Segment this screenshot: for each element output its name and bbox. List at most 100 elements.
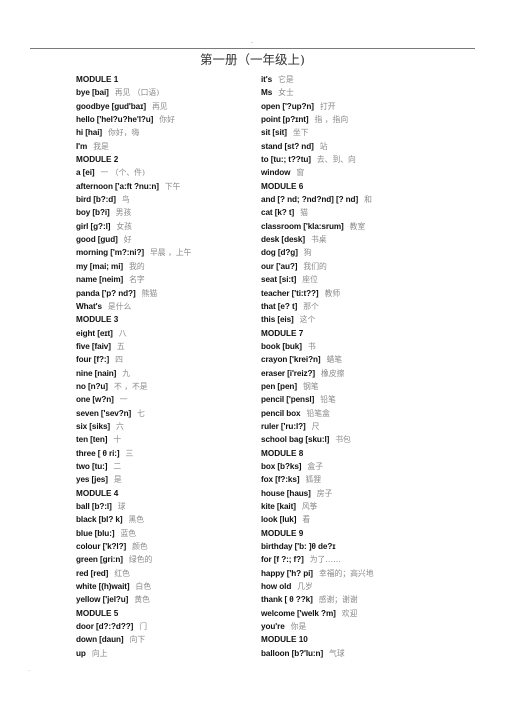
- module-heading: MODULE 2: [76, 153, 256, 166]
- entry-meaning: 和: [364, 195, 372, 205]
- entry-meaning: 窗: [296, 168, 305, 178]
- vocabulary-entry: stand [st? nd] 站: [261, 140, 461, 153]
- module-heading-label: MODULE 2: [76, 155, 119, 165]
- entry-word: balloon [b?'lu:n]: [261, 648, 324, 658]
- entry-meaning: 盒子: [307, 461, 323, 471]
- entry-meaning: 我是: [93, 141, 109, 151]
- vocabulary-entry: box [b?ks] 盒子: [261, 460, 461, 473]
- vocabulary-entry: you're 你是: [261, 620, 461, 633]
- vocabulary-entry: four [f?:] 四: [76, 353, 256, 366]
- entry-word: kite [kait]: [261, 502, 296, 511]
- vocabulary-entry: six [siks] 六: [76, 420, 256, 433]
- entry-meaning: 橡皮擦: [321, 368, 345, 378]
- module-heading: MODULE 4: [76, 487, 256, 500]
- entry-meaning: 站: [319, 141, 328, 151]
- vocabulary-entry: black [bl? k] 黑色: [76, 513, 256, 526]
- entry-word: school bag [sku:l]: [261, 435, 330, 445]
- entry-meaning: 书桌: [310, 235, 327, 245]
- entry-word: two [tu:]: [76, 461, 108, 471]
- entry-meaning: 不 ，不是: [113, 381, 148, 391]
- entry-meaning: 白色: [135, 582, 152, 592]
- module-heading-label: MODULE 6: [261, 181, 304, 191]
- entry-word: hello ['hel?u?he'l?u]: [76, 115, 154, 125]
- vocabulary-entry: sit [sit] 坐下: [261, 126, 461, 139]
- vocabulary-entry: desk [desk] 书桌: [261, 233, 461, 246]
- entry-word: you're: [261, 622, 285, 632]
- entry-word: white [(h)wait]: [76, 582, 130, 592]
- entry-meaning: 名字: [129, 275, 145, 285]
- entry-meaning: 看: [302, 515, 311, 525]
- entry-meaning: 房子: [316, 488, 333, 498]
- entry-meaning: 五: [116, 341, 125, 351]
- module-heading: MODULE 10: [261, 633, 461, 646]
- entry-word: green [gri:n]: [76, 555, 123, 565]
- header-divider: [30, 48, 475, 49]
- entry-meaning: 再见 （口语): [114, 88, 160, 98]
- vocabulary-entry: hi [hai] 你好，嗨: [76, 126, 256, 139]
- entry-word: six [siks]: [76, 421, 111, 431]
- entry-meaning: 熊猫: [141, 288, 158, 298]
- entry-meaning: 铅笔盒: [306, 408, 330, 418]
- entry-meaning: 蓝色: [120, 528, 137, 538]
- vocabulary-entry: and [? nd; ?nd?nd] [? nd] 和: [261, 193, 461, 206]
- entry-word: house [haus]: [261, 488, 311, 498]
- entry-word: panda ['p? nd?]: [76, 288, 136, 298]
- entry-word: pencil ['pensl]: [261, 395, 315, 405]
- vocabulary-entry: no [n?u] 不 ，不是: [76, 380, 256, 393]
- entry-meaning: 座位: [302, 275, 318, 285]
- entry-word: one [w?n]: [76, 395, 114, 405]
- entry-meaning: 狗: [303, 248, 312, 258]
- entry-word: morning ['m?:ni?]: [76, 248, 145, 258]
- entry-word: for [f ?:; f?]: [261, 555, 304, 565]
- entry-meaning: 风筝: [301, 502, 318, 511]
- entry-word: name [neim]: [76, 275, 124, 285]
- entry-meaning: 绿色的: [128, 555, 153, 565]
- entry-meaning: 我的: [129, 261, 145, 271]
- module-heading: MODULE 7: [261, 327, 461, 340]
- vocabulary-entry: a [ei] 一 （个、件): [76, 166, 256, 179]
- vocabulary-entry: school bag [sku:l] 书包: [261, 433, 461, 446]
- vocabulary-entry: yellow ['jel?u] 黄色: [76, 593, 256, 606]
- vocabulary-entry: window 窗: [261, 166, 461, 179]
- vocabulary-entry: cat [k? t] 猫: [261, 206, 461, 219]
- vocabulary-entry: Ms 女士: [261, 86, 461, 99]
- entry-word: how old: [261, 582, 292, 592]
- entry-meaning: 蜡笔: [326, 355, 343, 365]
- vocabulary-entry: open ['?up?n] 打开: [261, 100, 461, 113]
- vocabulary-entry: bye [bai] 再见 （口语): [76, 86, 256, 99]
- entry-word: ruler ['ru:l?]: [261, 421, 306, 431]
- entry-meaning: 你好，嗨: [108, 128, 140, 138]
- entry-meaning: 鸟: [121, 195, 130, 205]
- entry-word: bye [bai]: [76, 88, 109, 98]
- vocabulary-entry: name [neim] 名字: [76, 273, 256, 286]
- entry-word: thank [ θ ??k]: [261, 595, 313, 605]
- module-heading: MODULE 9: [261, 527, 461, 540]
- vocabulary-entry: this [eis] 这个: [261, 313, 461, 326]
- entry-word: down [daun]: [76, 635, 124, 645]
- entry-word: no [n?u]: [76, 381, 108, 391]
- entry-meaning: 它是: [278, 75, 294, 84]
- vocabulary-entry: hello ['hel?u?he'l?u] 你好: [76, 113, 256, 126]
- module-heading: MODULE 3: [76, 313, 256, 326]
- entry-word: yellow ['jel?u]: [76, 595, 129, 605]
- entry-meaning: 教室: [349, 221, 366, 231]
- entry-meaning: 气球: [329, 648, 345, 658]
- entry-meaning: 为了……: [309, 555, 341, 565]
- module-heading-label: MODULE 5: [76, 608, 119, 618]
- vocabulary-entry: white [(h)wait] 白色: [76, 580, 256, 593]
- entry-meaning: 去、到、向: [316, 155, 356, 165]
- vocabulary-entry: five [faiv] 五: [76, 340, 256, 353]
- vocabulary-entry: birthday ['b: ]θ de?ɪ: [261, 540, 461, 553]
- entry-word: my [mai; mi]: [76, 261, 124, 271]
- vocabulary-entry: crayon ['krei?n] 蜡笔: [261, 353, 461, 366]
- entry-word: dog [d?g]: [261, 248, 298, 258]
- entry-meaning: 再见: [151, 101, 168, 111]
- vocabulary-entry: seven ['sev?n] 七: [76, 407, 256, 420]
- vocabulary-column-left: MODULE 1 bye [bai] 再见 （口语) goodbye [ɡud'baɪ…: [76, 73, 256, 660]
- entry-word: eraser [i'reiz?]: [261, 368, 316, 378]
- entry-word: goodbye [ɡud'baɪ]: [76, 101, 146, 111]
- module-heading-label: MODULE 7: [261, 328, 304, 338]
- entry-meaning: 是什么: [107, 301, 132, 311]
- entry-meaning: 一: [119, 395, 128, 405]
- module-heading-label: MODULE 4: [76, 488, 119, 498]
